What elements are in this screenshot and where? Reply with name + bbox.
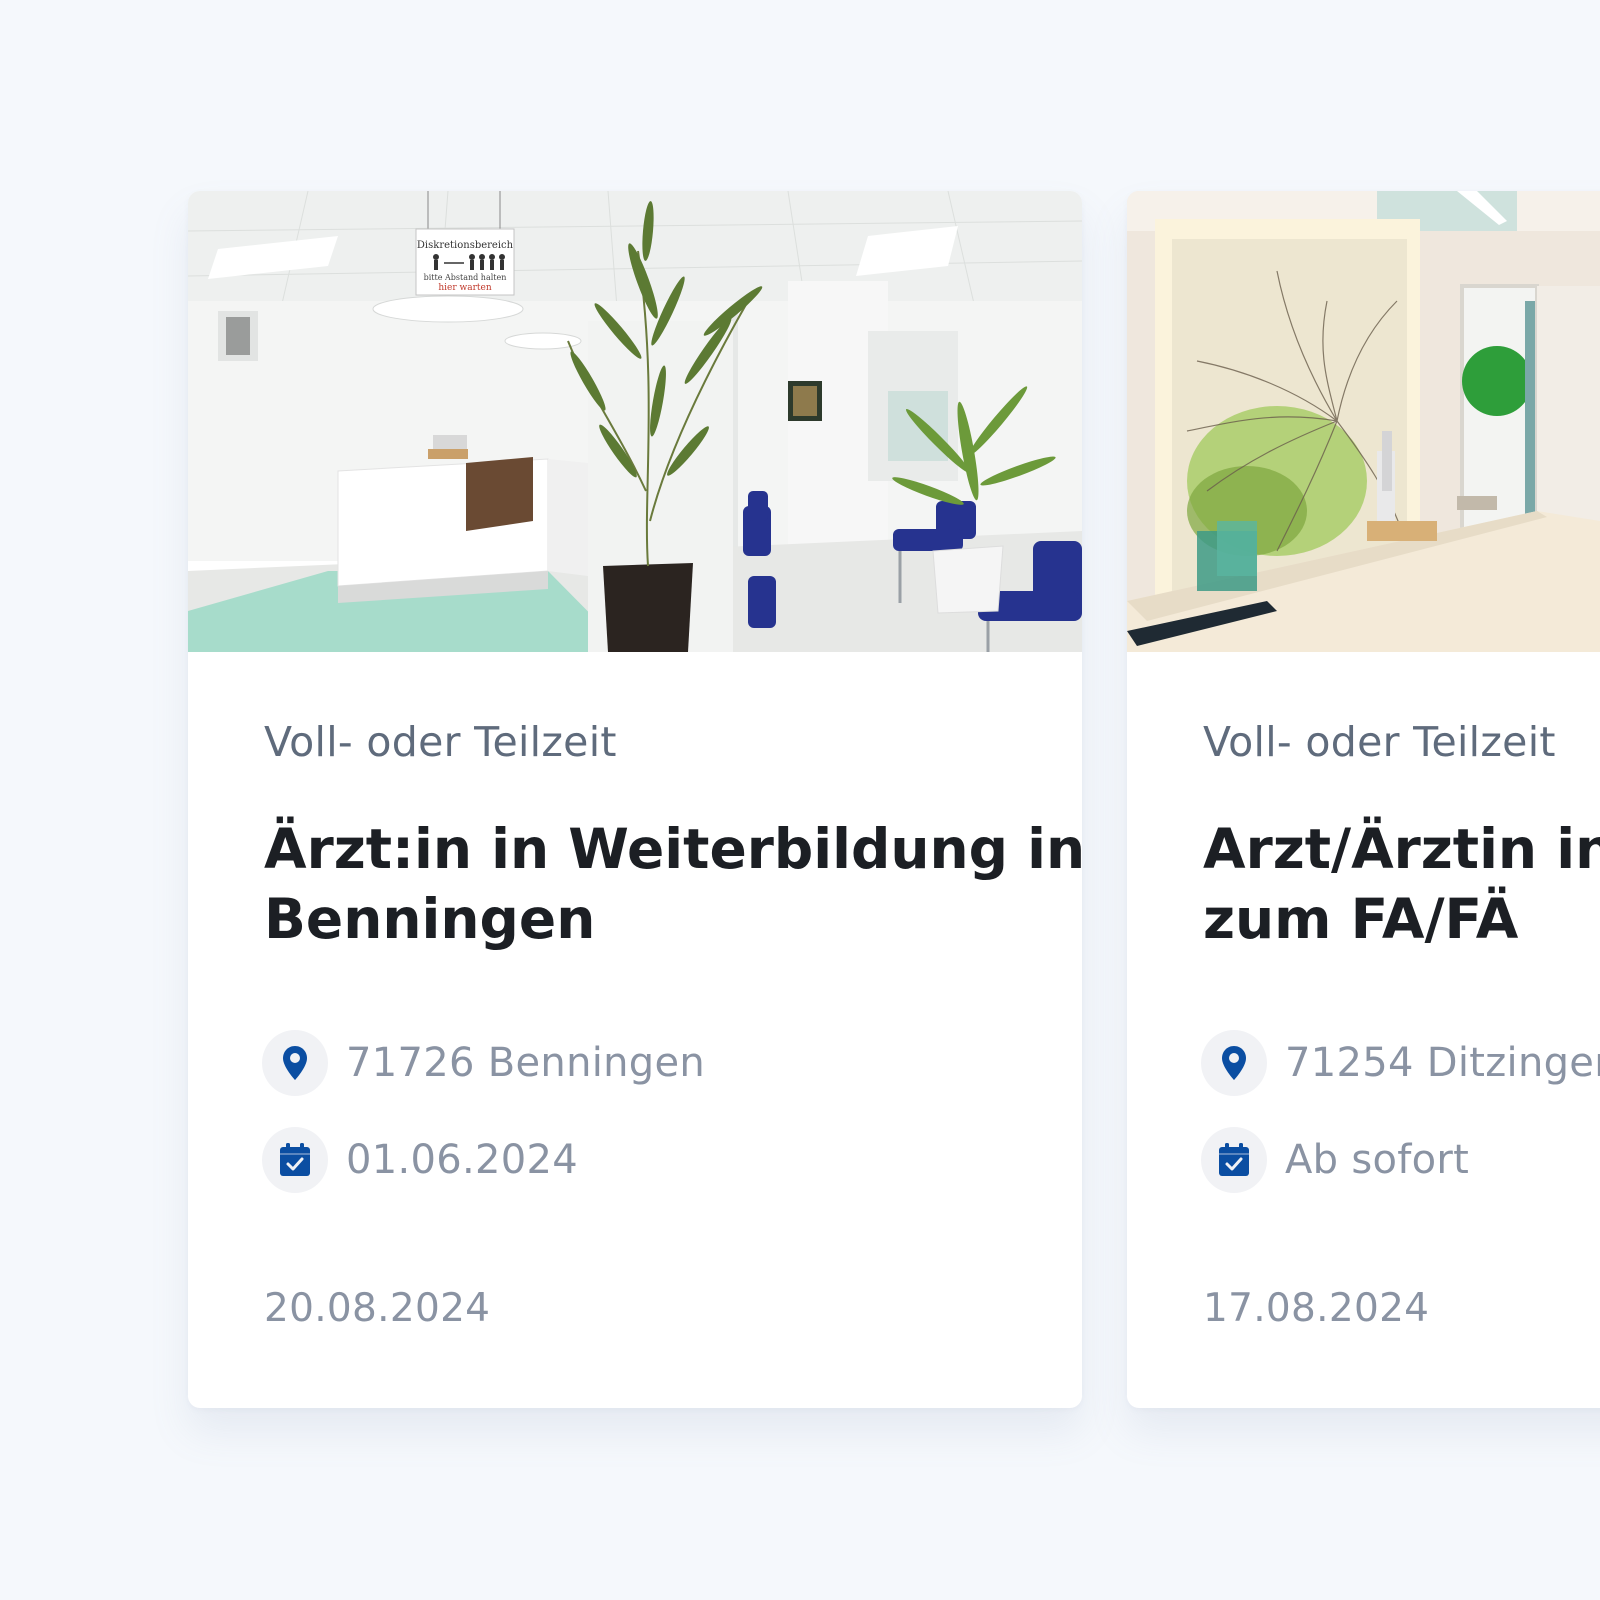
start-date-text: 01.06.2024 — [346, 1137, 579, 1183]
job-title-line: zum FA/FÄ — [1203, 887, 1519, 951]
location-text: 71726 Benningen — [346, 1040, 706, 1086]
job-title-line: Arzt/Ärztin in W — [1203, 817, 1600, 881]
photo-sign-line1: Diskretionsbereich — [417, 240, 514, 251]
job-title-line: Ärzt:in in Weiterbildung in — [264, 817, 1082, 881]
map-pin-icon — [262, 1030, 328, 1096]
photo-sign-line2: bitte Abstand halten — [424, 273, 507, 282]
calendar-check-icon — [1201, 1127, 1267, 1193]
posted-date: 20.08.2024 — [264, 1286, 491, 1331]
employment-type: Voll- oder Teilzeit — [1203, 718, 1556, 766]
employment-type: Voll- oder Teilzeit — [264, 718, 617, 766]
location-row: 71726 Benningen — [262, 1030, 705, 1096]
job-carousel: Diskretionsbereich bitte Abstand halten … — [0, 0, 1600, 1600]
photo-sign-line3: hier warten — [438, 283, 491, 293]
job-title[interactable]: Ärzt:in in Weiterbildung in Benningen — [264, 814, 1082, 954]
start-date-row: 01.06.2024 — [262, 1127, 578, 1193]
start-date-text: Ab sofort — [1285, 1137, 1470, 1183]
location-text: 71254 Ditzingen — [1285, 1040, 1600, 1086]
job-card[interactable]: Voll- oder Teilzeit Arzt/Ärztin in W zum… — [1127, 191, 1600, 1408]
job-card-photo: Diskretionsbereich bitte Abstand halten … — [188, 191, 1082, 652]
job-card-photo — [1127, 191, 1600, 652]
start-date-row: Ab sofort — [1201, 1127, 1469, 1193]
calendar-check-icon — [262, 1127, 328, 1193]
map-pin-icon — [1201, 1030, 1267, 1096]
job-card[interactable]: Diskretionsbereich bitte Abstand halten … — [188, 191, 1082, 1408]
job-title-line: Benningen — [264, 887, 596, 951]
location-row: 71254 Ditzingen — [1201, 1030, 1600, 1096]
posted-date: 17.08.2024 — [1203, 1286, 1430, 1331]
job-title[interactable]: Arzt/Ärztin in W zum FA/FÄ — [1203, 814, 1600, 954]
